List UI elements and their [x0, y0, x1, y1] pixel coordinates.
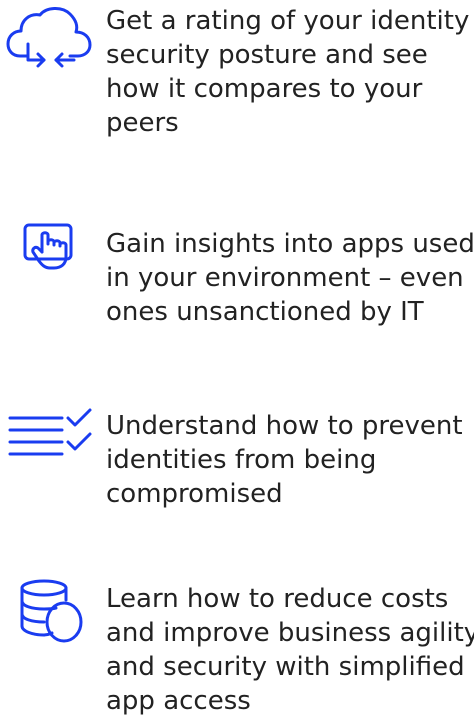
benefit-line: Learn how to reduce costs — [106, 584, 449, 614]
checklist-icon — [8, 408, 92, 456]
database-icon — [20, 579, 83, 643]
cloud-sync-icon — [6, 7, 92, 68]
benefit-line: and improve business agility — [106, 618, 474, 648]
touch-screen-icon — [23, 223, 73, 270]
benefit-line: and security with simplified — [106, 652, 465, 682]
benefit-line: compromised — [106, 479, 283, 509]
benefit-line: security posture and see — [106, 40, 428, 70]
benefit-line: app access — [106, 686, 251, 716]
benefit-line: how it compares to your — [106, 74, 423, 104]
benefit-line: identities from being — [106, 445, 377, 475]
benefit-line: peers — [106, 108, 179, 138]
benefit-line: in your environment – even — [106, 263, 464, 293]
benefit-line: ones unsanctioned by IT — [106, 297, 424, 327]
benefit-line: Get a rating of your identity — [106, 6, 470, 36]
benefit-line: Understand how to prevent — [106, 411, 463, 441]
benefit-line: Gain insights into apps used — [106, 229, 474, 259]
